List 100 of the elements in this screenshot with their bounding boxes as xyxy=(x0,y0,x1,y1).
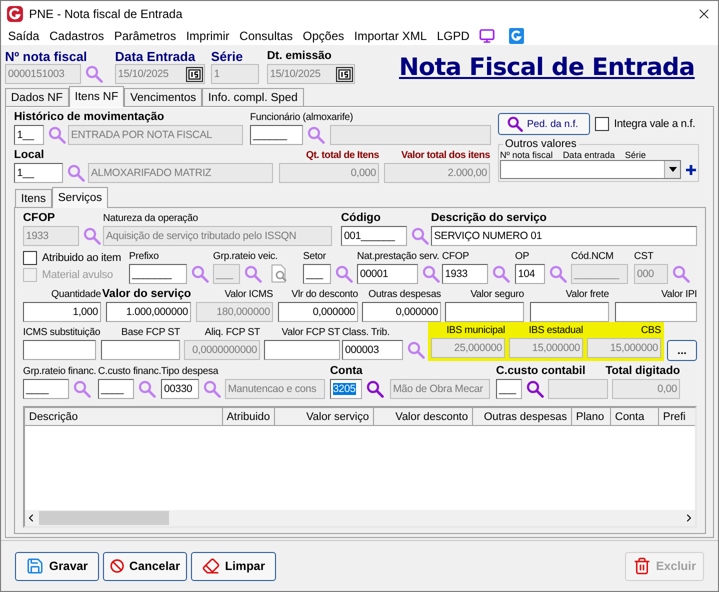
input-field[interactable] xyxy=(445,302,524,322)
field-label: Cód.NCM xyxy=(571,250,614,263)
field-label: ICMS substituição xyxy=(23,326,100,339)
menu-item[interactable]: Imprimir xyxy=(181,28,234,42)
order-search-button[interactable]: Ped. da n.f. xyxy=(498,113,590,135)
field-label: Class. Trib. xyxy=(342,326,390,339)
input-field[interactable] xyxy=(23,340,96,360)
field-label: Funcionário (almoxarife) xyxy=(250,111,354,124)
menu-item[interactable]: Saída xyxy=(3,28,44,42)
field-label: IBS estadual xyxy=(528,324,583,337)
field-label: CFOP xyxy=(442,250,469,263)
field-label: Grp.rateio veic. xyxy=(213,250,278,263)
search-icon[interactable] xyxy=(526,380,544,398)
column-header[interactable]: Prefi xyxy=(659,408,695,425)
field-label: Valor seguro xyxy=(470,288,524,301)
menu-item[interactable]: LGPD xyxy=(432,28,475,42)
menu-item[interactable]: Consultas xyxy=(234,28,298,42)
field-label: CBS xyxy=(641,324,661,337)
input-field[interactable]: ___ xyxy=(303,264,331,284)
input-field[interactable]: 1__ xyxy=(14,125,44,145)
field-label: Aliq. FCP ST xyxy=(204,326,260,339)
input-field[interactable]: 1933 xyxy=(442,264,488,284)
input-field[interactable] xyxy=(264,340,340,360)
field-label: Data Entrada xyxy=(115,50,196,63)
field-label: IBS municipal xyxy=(446,324,505,337)
input-field[interactable]: 104 xyxy=(515,264,545,284)
no-entry-icon xyxy=(110,557,124,575)
column-header[interactable]: Descrição xyxy=(25,408,223,425)
logo-icon xyxy=(7,6,23,22)
dropdown-field[interactable] xyxy=(500,160,681,179)
field-label: Dt. emissão xyxy=(267,50,332,63)
column-header: Nº nota fiscal xyxy=(500,150,553,160)
menu-item[interactable]: Cadastros xyxy=(44,28,110,42)
scrollbar[interactable] xyxy=(25,510,695,526)
input-field[interactable] xyxy=(101,340,180,360)
column-header[interactable]: Conta xyxy=(611,408,659,425)
menu-item[interactable]: Parâmetros xyxy=(109,28,182,42)
search-icon xyxy=(507,116,523,132)
checkbox[interactable] xyxy=(23,251,37,265)
checkbox[interactable] xyxy=(595,117,609,131)
tab[interactable]: Serviços xyxy=(52,187,108,208)
field-label: C.custo contabil xyxy=(496,365,586,378)
field-label: Setor xyxy=(303,250,326,263)
column-header[interactable]: Valor serviço xyxy=(275,408,374,425)
field-label: Vlr do desconto xyxy=(292,288,358,301)
input-field[interactable] xyxy=(530,302,609,322)
field-label: Histórico de movimentação xyxy=(14,111,164,124)
field-label: Série xyxy=(211,50,243,63)
field-label: Grp.rateio financ. xyxy=(23,365,96,378)
input-field[interactable]: 00001 xyxy=(357,264,418,284)
input-field[interactable]: SERVIÇO NUMERO 01 xyxy=(431,226,697,246)
tab[interactable]: Itens NF xyxy=(68,86,124,107)
tab[interactable]: Info. compl. Sped xyxy=(202,88,304,106)
column-header: Data entrada xyxy=(562,150,615,160)
input-field[interactable]: _______ xyxy=(129,264,187,284)
action-button[interactable]: Cancelar xyxy=(103,552,187,580)
tab[interactable]: Dados NF xyxy=(5,88,69,106)
field-label: Nat.prestação serv. xyxy=(357,250,440,263)
input-field[interactable]: 1__ xyxy=(14,163,63,183)
field-label: Valor FCP ST xyxy=(282,326,340,339)
plus-icon[interactable] xyxy=(686,164,696,174)
search-icon[interactable] xyxy=(366,380,384,398)
action-button[interactable]: Gravar xyxy=(15,552,99,580)
input-field[interactable]: ______ xyxy=(250,125,303,145)
input-field[interactable]: 1,000 xyxy=(23,302,101,322)
monitor-icon[interactable] xyxy=(478,28,495,44)
page-heading: Nota Fiscal de Entrada xyxy=(399,53,695,81)
column-header: Série xyxy=(624,150,646,160)
eraser-icon xyxy=(202,557,220,575)
column-header[interactable]: Plano xyxy=(572,408,611,425)
input-field[interactable]: ___ xyxy=(496,379,522,399)
menu-item[interactable]: Opções xyxy=(298,28,350,42)
more-button[interactable]: ... xyxy=(667,340,697,361)
scrollbar-thumb[interactable] xyxy=(39,511,169,525)
input-field[interactable]: ____ xyxy=(23,379,69,399)
logo-icon[interactable] xyxy=(508,28,524,44)
field-label: C.custo financ. xyxy=(98,365,162,378)
field-label: Valor do serviço xyxy=(102,288,191,301)
tab[interactable]: Vencimentos xyxy=(124,88,202,106)
field-label: Valor total dos itens xyxy=(401,149,490,162)
checkbox-label: Atribuido ao item xyxy=(42,252,122,264)
input-field[interactable]: 00330 xyxy=(161,379,199,399)
caret-icon xyxy=(668,167,676,172)
tab[interactable]: Itens xyxy=(15,189,52,207)
column-header[interactable]: Atribuido xyxy=(223,408,275,425)
input-field[interactable]: ____ xyxy=(98,379,134,399)
field-label: Base FCP ST xyxy=(121,326,180,339)
input-field[interactable]: 1.000,000000 xyxy=(106,302,191,322)
column-header[interactable]: Outras despesas xyxy=(473,408,572,425)
column-header[interactable]: Valor desconto xyxy=(374,408,473,425)
input-field[interactable]: 000003 xyxy=(342,340,403,360)
menu-item[interactable]: Importar XML xyxy=(349,28,432,42)
dropdown-button[interactable] xyxy=(664,161,680,178)
action-button[interactable]: Limpar xyxy=(191,552,276,580)
input-field[interactable]: 0,000000 xyxy=(278,302,358,322)
input-field[interactable]: 001______ xyxy=(341,226,407,246)
field-label: Descrição do serviço xyxy=(431,212,547,225)
input-field[interactable]: 3205 xyxy=(330,379,362,399)
input-field[interactable]: 0,000000 xyxy=(362,302,441,322)
input-field[interactable] xyxy=(615,302,697,322)
